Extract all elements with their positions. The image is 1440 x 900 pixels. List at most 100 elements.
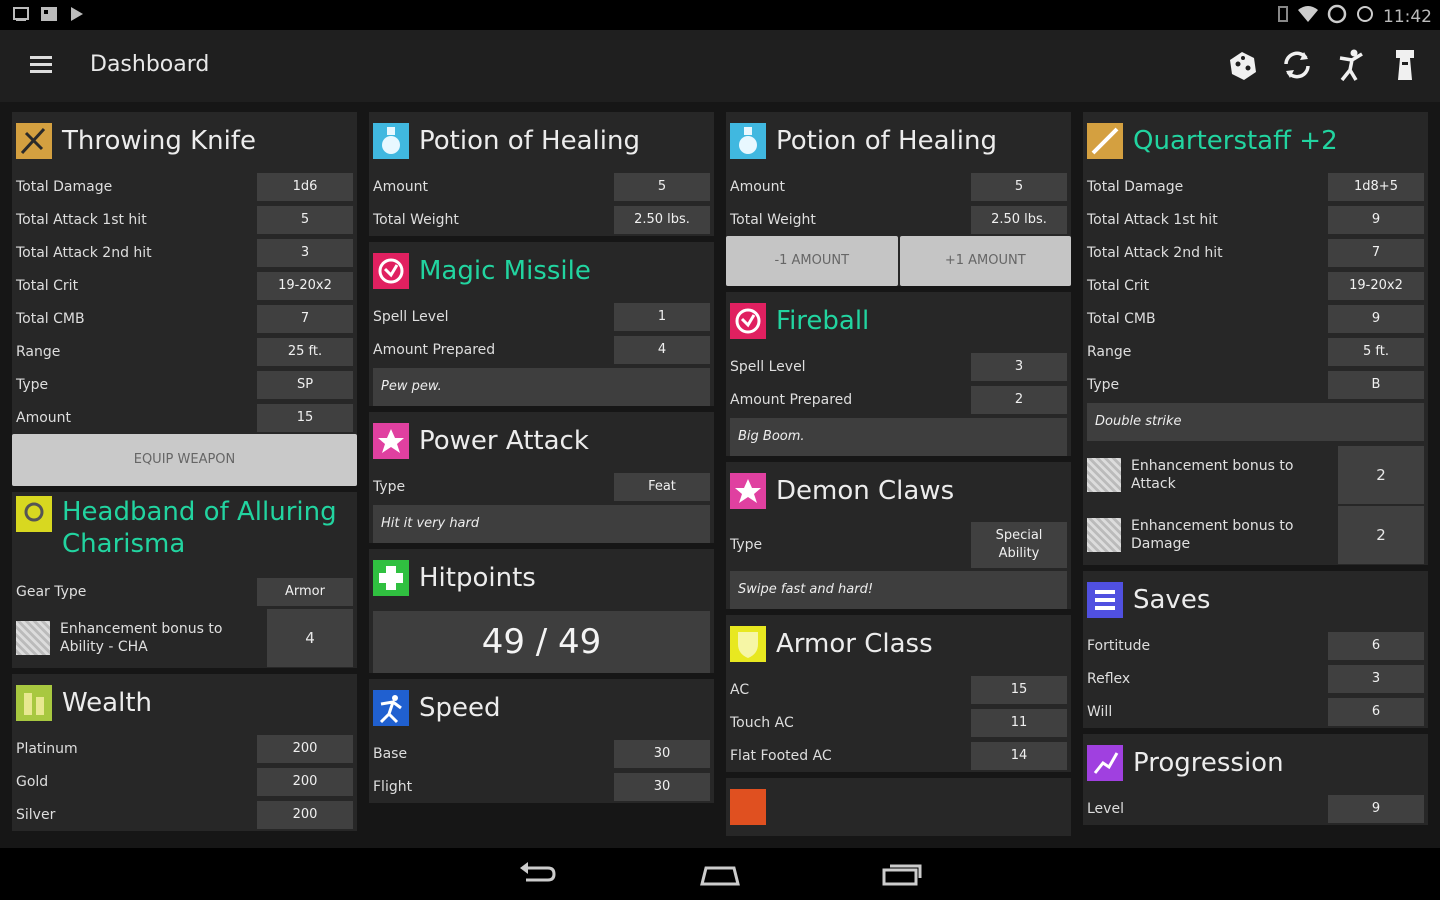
- stat-value: 2.50 lbs.: [614, 206, 710, 234]
- status-bar: 11:42: [0, 0, 1440, 30]
- hitpoints-card[interactable]: Hitpoints 49 / 49: [369, 549, 714, 673]
- spell-icon: [373, 253, 409, 289]
- wifi-icon: [1297, 5, 1319, 28]
- screenshot-notification-icon: [12, 6, 30, 22]
- power-attack-card[interactable]: Power Attack Type Feat Hit it very hard: [369, 412, 714, 543]
- potion-icon: [730, 123, 766, 159]
- stat-value: 9: [1328, 305, 1424, 333]
- stat-value-line2: Ability: [998, 546, 1040, 561]
- stat-value: SP: [257, 371, 353, 399]
- card-note: Hit it very hard: [373, 505, 710, 543]
- stat-label: Total Crit: [16, 278, 79, 294]
- stat-value: 200: [257, 801, 353, 829]
- spell-icon: [730, 303, 766, 339]
- card-title: Armor Class: [776, 629, 933, 659]
- stat-value: 9: [1328, 206, 1424, 234]
- battery-icon: [1355, 4, 1375, 29]
- stat-label: Total Attack 1st hit: [1087, 212, 1218, 228]
- stat-value: 2.50 lbs.: [971, 206, 1067, 234]
- card-title-line2: Charisma: [62, 529, 186, 559]
- stat-label: Total CMB: [16, 311, 85, 327]
- feat-icon: [373, 423, 409, 459]
- stat-label: Amount Prepared: [730, 392, 853, 408]
- enhancement-icon: [16, 621, 50, 655]
- stat-label: Type: [730, 537, 763, 553]
- stat-label: Gold: [16, 774, 49, 790]
- stat-value: 30: [614, 773, 710, 801]
- dice-icon[interactable]: [1224, 46, 1262, 84]
- quarterstaff-card[interactable]: Quarterstaff +2 Total Damage 1d8+5 Total …: [1083, 112, 1428, 565]
- back-icon[interactable]: [516, 860, 558, 892]
- combat-icon[interactable]: [1332, 46, 1370, 84]
- card-title: Hitpoints: [419, 563, 536, 593]
- card-title: Fireball: [776, 306, 870, 336]
- column-1: Throwing Knife Total Damage 1d6 Total Att…: [12, 112, 357, 836]
- stat-label: Amount: [730, 179, 786, 195]
- stat-label: Range: [16, 344, 61, 360]
- sync-icon[interactable]: [1278, 46, 1316, 84]
- magic-missile-card[interactable]: Magic Missile Spell Level 1 Amount Prepar…: [369, 242, 714, 406]
- home-icon[interactable]: [698, 860, 742, 892]
- hamburger-icon[interactable]: [30, 56, 52, 74]
- stat-label: Gear Type: [16, 584, 87, 600]
- armor-class-card[interactable]: Armor Class AC 15 Touch AC 11 Flat Footed …: [726, 615, 1071, 772]
- saves-card[interactable]: Saves Fortitude 6 Reflex 3 Will 6: [1083, 571, 1428, 728]
- progression-card[interactable]: Progression Level 9: [1083, 734, 1428, 825]
- vibrate-icon: [1277, 5, 1289, 28]
- stat-label: Range: [1087, 344, 1132, 360]
- demon-claws-card[interactable]: Demon Claws Type Special Ability Swipe f…: [726, 462, 1071, 609]
- minus-amount-button[interactable]: -1 AMOUNT: [726, 236, 898, 286]
- throwing-knife-card[interactable]: Throwing Knife Total Damage 1d6 Total Att…: [12, 112, 357, 486]
- recents-icon[interactable]: [880, 860, 924, 892]
- hitpoints-value[interactable]: 49 / 49: [373, 611, 710, 673]
- stat-label: Platinum: [16, 741, 78, 757]
- stat-value: 3: [971, 353, 1067, 381]
- stat-value-line1: Special: [995, 528, 1043, 543]
- stat-label: Type: [1087, 377, 1120, 393]
- wealth-card[interactable]: Wealth Platinum 200 Gold 200 Silver 200: [12, 674, 357, 831]
- navigation-bar: [0, 848, 1440, 900]
- coins-icon: [16, 685, 52, 721]
- saves-icon: [1087, 582, 1123, 618]
- headband-card[interactable]: Headband of Alluring Charisma Gear Type A…: [12, 492, 357, 668]
- alarm-icon: [1327, 4, 1347, 29]
- stat-value: Armor: [257, 578, 353, 606]
- card-title: Quarterstaff +2: [1133, 126, 1338, 156]
- potion-of-healing-card[interactable]: Potion of Healing Amount 5 Total Weight 2.…: [369, 112, 714, 236]
- card-title: Saves: [1133, 585, 1211, 615]
- enhancement-value: 2: [1338, 446, 1424, 504]
- stat-label: Total Attack 1st hit: [16, 212, 147, 228]
- stat-label: Reflex: [1087, 671, 1131, 687]
- card-title: Speed: [419, 693, 501, 723]
- stat-value: 6: [1328, 698, 1424, 726]
- attack-bonus-icon: [730, 789, 766, 825]
- enhancement-label: Enhancement bonus to: [1131, 458, 1294, 474]
- stat-value: 5: [971, 173, 1067, 201]
- stat-label: Will: [1087, 704, 1113, 720]
- column-4: Quarterstaff +2 Total Damage 1d8+5 Total …: [1083, 112, 1428, 831]
- card-title: Demon Claws: [776, 476, 955, 506]
- speed-card[interactable]: Speed Base 30 Flight 30: [369, 679, 714, 803]
- stat-value: 3: [1328, 665, 1424, 693]
- stat-value: 1d6: [257, 173, 353, 201]
- stat-label: Flight: [373, 779, 413, 795]
- enhancement-icon: [1087, 518, 1121, 552]
- rest-icon[interactable]: [1386, 46, 1424, 84]
- fireball-card[interactable]: Fireball Spell Level 3 Amount Prepared 2 B…: [726, 292, 1071, 456]
- next-card-partial[interactable]: [726, 778, 1071, 836]
- plus-amount-button[interactable]: +1 AMOUNT: [899, 236, 1071, 286]
- ability-icon: [730, 473, 766, 509]
- stat-value: 15: [257, 404, 353, 432]
- clock: 11:42: [1383, 6, 1432, 27]
- stat-value: 4: [614, 336, 710, 364]
- stat-value: 200: [257, 768, 353, 796]
- stat-label: Total CMB: [1087, 311, 1156, 327]
- equip-weapon-button[interactable]: EQUIP WEAPON: [12, 434, 357, 486]
- play-store-notification-icon: [68, 6, 86, 22]
- potion-of-healing-card-2[interactable]: Potion of Healing Amount 5 Total Weight 2.…: [726, 112, 1071, 286]
- stat-label: Total Attack 2nd hit: [16, 245, 152, 261]
- dashboard-content: Throwing Knife Total Damage 1d6 Total Att…: [0, 104, 1440, 836]
- stat-value: B: [1328, 371, 1424, 399]
- enhancement-label-2: Attack: [1131, 476, 1176, 492]
- stat-value: 1: [614, 303, 710, 331]
